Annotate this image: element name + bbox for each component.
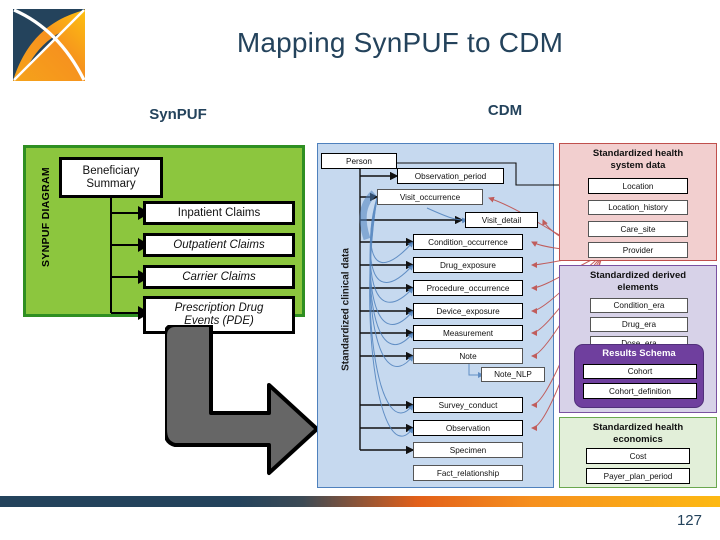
cdm-box-cohort-definition: Cohort_definition [583,383,697,399]
cdm-box-visit-occurrence: Visit_occurrence [377,189,483,205]
cdm-panel-derived-elements: Standardized derived elements Condition_… [559,265,717,413]
synpuf-box-inpatient-claims: Inpatient Claims [143,201,295,225]
cdm-box-cohort: Cohort [583,364,697,379]
page-number: 127 [676,512,702,529]
economics-title-line2: economics [613,433,663,445]
cdm-box-location: Location [588,178,688,194]
beneficiary-line2: Summary [86,177,136,190]
cdm-box-procedure-occurrence: Procedure_occurrence [413,280,523,296]
economics-title-line1: Standardized health [592,422,684,433]
synpuf-box-beneficiary-summary: Beneficiary Summary [59,157,163,198]
beneficiary-line1: Beneficiary [82,164,140,177]
cdm-diagram: Standardized clinical data Person Observ… [317,143,717,491]
cdm-box-device-exposure: Device_exposure [413,303,523,319]
cdm-box-drug-exposure: Drug_exposure [413,257,523,273]
cdm-box-care-site: Care_site [588,221,688,237]
pde-line1: Prescription Drug [174,302,264,315]
cdm-box-person: Person [321,153,397,169]
cdm-box-drug-era: Drug_era [590,317,688,332]
cdm-box-survey-conduct: Survey_conduct [413,397,523,413]
header-cdm: CDM [487,102,523,119]
synpuf-diagram-panel: SYNPUF DIAGRAM Beneficiary Summary Inpat… [23,145,305,334]
cdm-box-payer-plan-period: Payer_plan_period [586,468,690,484]
cdm-box-observation-period: Observation_period [397,168,504,184]
health-system-title-line2: system data [610,159,666,171]
derived-title-line2: elements [617,281,659,293]
page-title: Mapping SynPUF to CDM [236,27,564,58]
cdm-box-location-history: Location_history [588,200,688,215]
cdm-box-condition-era: Condition_era [590,298,688,313]
health-system-title-line1: Standardized health [592,148,684,159]
economics-panel-title: Standardized health economics [564,422,712,446]
cdm-box-condition-occurrence: Condition_occurrence [413,234,523,250]
cdm-box-visit-detail: Visit_detail [465,212,538,228]
cdm-box-observation: Observation [413,420,523,436]
synpuf-logo [10,6,88,84]
cdm-box-note-nlp: Note_NLP [481,367,545,382]
health-system-panel-title: Standardized health system data [564,148,712,172]
synpuf-box-outpatient-claims: Outpatient Claims [143,233,295,257]
cdm-box-measurement: Measurement [413,325,523,341]
cdm-results-schema-group: Results Schema Cohort Cohort_definition [574,344,704,408]
synpuf-box-carrier-claims: Carrier Claims [143,265,295,289]
slide-canvas: Mapping SynPUF to CDM SynPUF CDM SYNPUF … [0,0,720,540]
cdm-box-fact-relationship: Fact_relationship [413,465,523,481]
header-synpuf: SynPUF [149,106,207,123]
footer-gradient-bar [0,496,720,507]
cdm-box-specimen: Specimen [413,442,523,458]
cdm-box-note: Note [413,348,523,364]
derived-panel-title: Standardized derived elements [564,270,712,294]
cdm-panel-health-economics: Standardized health economics Cost Payer… [559,417,717,488]
cdm-box-cost: Cost [586,448,690,464]
big-grey-elbow-arrow [163,323,325,485]
derived-title-line1: Standardized derived [589,270,687,281]
cdm-panel-health-system-data: Standardized health system data Location… [559,143,717,261]
cdm-box-provider: Provider [588,242,688,258]
results-schema-title: Results Schema [602,348,676,359]
